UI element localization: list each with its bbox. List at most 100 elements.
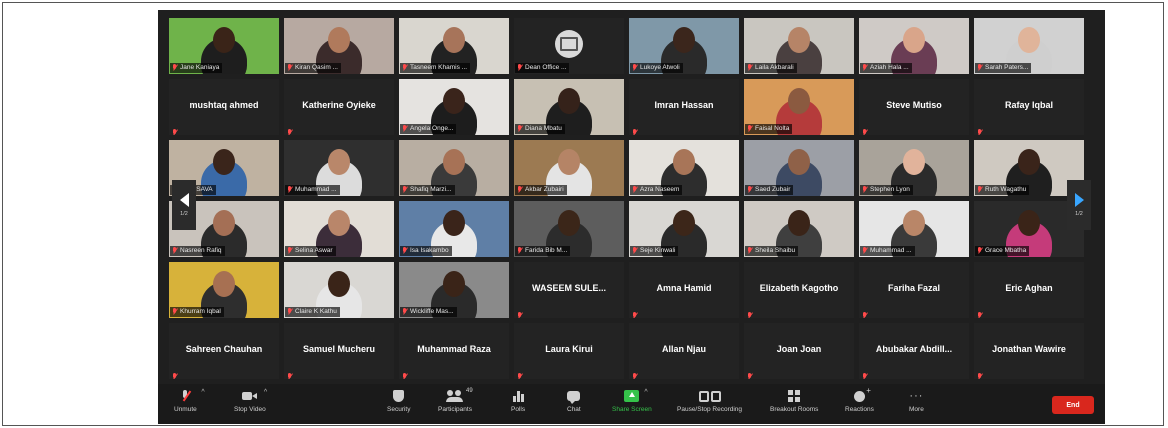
participant-tile[interactable]: Muhammad ... <box>284 140 394 196</box>
participant-tile[interactable]: Stephen Lyon <box>859 140 969 196</box>
participant-tile[interactable]: Lukoye Atwoli <box>629 18 739 74</box>
participant-face <box>673 149 695 175</box>
participant-tile[interactable]: Aziah Hala ... <box>859 18 969 74</box>
mute-status <box>632 307 640 317</box>
participant-tile[interactable]: Isa Isakambo <box>399 201 509 257</box>
muted-microphone-icon <box>517 186 523 194</box>
participant-name: Dean Office ... <box>525 64 567 71</box>
participant-face <box>328 149 350 175</box>
muted-microphone-icon <box>402 247 408 255</box>
participant-name-label: Angela Onge... <box>400 124 457 134</box>
participant-name-label: Laila Akbarali <box>745 63 797 73</box>
participant-tile[interactable]: Steve Mutiso <box>859 79 969 135</box>
participant-name-label: Farida Bib M... <box>515 246 571 256</box>
muted-microphone-icon <box>287 129 293 135</box>
participant-face <box>1018 210 1040 236</box>
participant-name: Sahreen Chauhan <box>185 344 263 354</box>
participant-tile[interactable]: Claire K Kathu <box>284 262 394 318</box>
participant-tile[interactable]: Diana Mbatu <box>514 79 624 135</box>
participant-tile[interactable]: Tasneem Khamis ... <box>399 18 509 74</box>
participant-tile[interactable]: Elizabeth Kagotho <box>744 262 854 318</box>
breakout-rooms-icon <box>788 390 801 402</box>
participant-tile[interactable]: Seje Kinwali <box>629 201 739 257</box>
participant-tile[interactable]: Samuel Mucheru <box>284 323 394 379</box>
participant-tile[interactable]: Katherine Oyieke <box>284 79 394 135</box>
meeting-toolbar: ^ Unmute ^ Stop Video Security 49 Partic… <box>158 384 1105 424</box>
participant-tile[interactable]: Kiran Qasim ... <box>284 18 394 74</box>
participant-tile[interactable]: Akbar Zubairi <box>514 140 624 196</box>
participant-tile[interactable]: mushtaq ahmed <box>169 79 279 135</box>
participant-tile[interactable]: Azra Naseem <box>629 140 739 196</box>
participant-tile[interactable]: Dean Office ... <box>514 18 624 74</box>
next-page-button[interactable]: 1/2 <box>1067 180 1091 230</box>
breakout-rooms-button[interactable]: Breakout Rooms <box>770 389 818 421</box>
participant-tile[interactable]: Muhammad Raza <box>399 323 509 379</box>
participant-tile[interactable]: Joan Joan <box>744 323 854 379</box>
mute-status <box>632 124 640 135</box>
participant-tile[interactable]: Faisal Nolta <box>744 79 854 135</box>
reactions-button[interactable]: Reactions <box>845 386 874 421</box>
participant-tile[interactable]: Sahreen Chauhan <box>169 323 279 379</box>
participant-tile[interactable]: Angela Onge... <box>399 79 509 135</box>
muted-microphone-icon <box>517 373 523 379</box>
participant-tile[interactable]: Jane Kaniaya <box>169 18 279 74</box>
participant-tile[interactable]: WASEEM SULE... <box>514 262 624 318</box>
participant-tile[interactable]: Wickliffe Mas... <box>399 262 509 318</box>
participant-name: Joan Joan <box>776 344 822 354</box>
participant-tile[interactable]: Abubakar Abdill... <box>859 323 969 379</box>
security-button[interactable]: Security <box>387 389 410 421</box>
participant-tile[interactable]: Laila Akbarali <box>744 18 854 74</box>
share-screen-button[interactable]: ^ Share Screen <box>612 389 652 421</box>
participant-tile[interactable]: Jonathan Wawire <box>974 323 1084 379</box>
participant-name: Amna Hamid <box>656 283 712 293</box>
participant-tile[interactable]: Muhammad ... <box>859 201 969 257</box>
participant-tile[interactable]: Khurram Iqbal <box>169 262 279 318</box>
polls-icon <box>512 390 524 402</box>
pause-stop-recording-icon <box>698 390 721 402</box>
mute-status <box>517 307 525 317</box>
participant-tile[interactable]: Saed Zubair <box>744 140 854 196</box>
participant-face <box>213 210 235 236</box>
mute-status <box>977 124 985 134</box>
more-dots-icon: ··· <box>909 390 924 402</box>
participant-tile[interactable]: Rafay Iqbal <box>974 79 1084 135</box>
muted-microphone-icon <box>632 247 638 255</box>
video-camera-icon <box>241 391 258 401</box>
chat-button[interactable]: Chat <box>567 389 581 421</box>
participant-name: Fariha Fazal <box>887 283 941 293</box>
participant-name: Angela Onge... <box>410 125 454 132</box>
participant-tile[interactable]: Selina Aswar <box>284 201 394 257</box>
participant-name: Faisal Nolta <box>755 125 790 132</box>
participant-tile[interactable]: Farida Bib M... <box>514 201 624 257</box>
muted-microphone-icon <box>172 373 178 379</box>
participant-name-label: Stephen Lyon <box>860 185 913 195</box>
participant-name: Farida Bib M... <box>525 247 568 254</box>
muted-microphone-icon <box>862 373 868 379</box>
participant-tile[interactable]: Fariha Fazal <box>859 262 969 318</box>
participant-tile[interactable]: Allan Njau <box>629 323 739 379</box>
participant-tile[interactable]: Amna Hamid <box>629 262 739 318</box>
participant-name-label: Saed Zubair <box>745 185 794 195</box>
participant-face <box>213 149 235 175</box>
muted-microphone-icon <box>862 129 868 135</box>
muted-microphone-icon <box>402 64 408 72</box>
participant-tile[interactable]: Sheila Shaibu <box>744 201 854 257</box>
stop-video-button[interactable]: ^ Stop Video <box>234 389 267 421</box>
pause-stop-recording-button[interactable]: Pause/Stop Recording <box>677 389 742 421</box>
muted-microphone-icon <box>172 247 178 255</box>
muted-microphone-icon <box>747 373 753 379</box>
participant-tile[interactable]: Shafiq Marzi... <box>399 140 509 196</box>
previous-page-button[interactable]: 1/2 <box>172 180 196 230</box>
end-meeting-button[interactable]: End <box>1052 396 1094 414</box>
participant-tile[interactable]: Sarah Paters... <box>974 18 1084 74</box>
polls-button[interactable]: Polls <box>511 389 525 421</box>
participant-tile[interactable]: Imran Hassan <box>629 79 739 135</box>
participants-button[interactable]: 49 Participants <box>438 388 473 421</box>
stop-video-label: Stop Video <box>234 406 266 413</box>
participant-tile[interactable]: Laura Kirui <box>514 323 624 379</box>
participant-tile[interactable]: Eric Aghan <box>974 262 1084 318</box>
muted-microphone-icon <box>632 129 638 135</box>
muted-microphone-icon <box>977 247 983 255</box>
more-button[interactable]: ··· More <box>909 389 924 421</box>
unmute-button[interactable]: ^ Unmute <box>174 389 205 421</box>
